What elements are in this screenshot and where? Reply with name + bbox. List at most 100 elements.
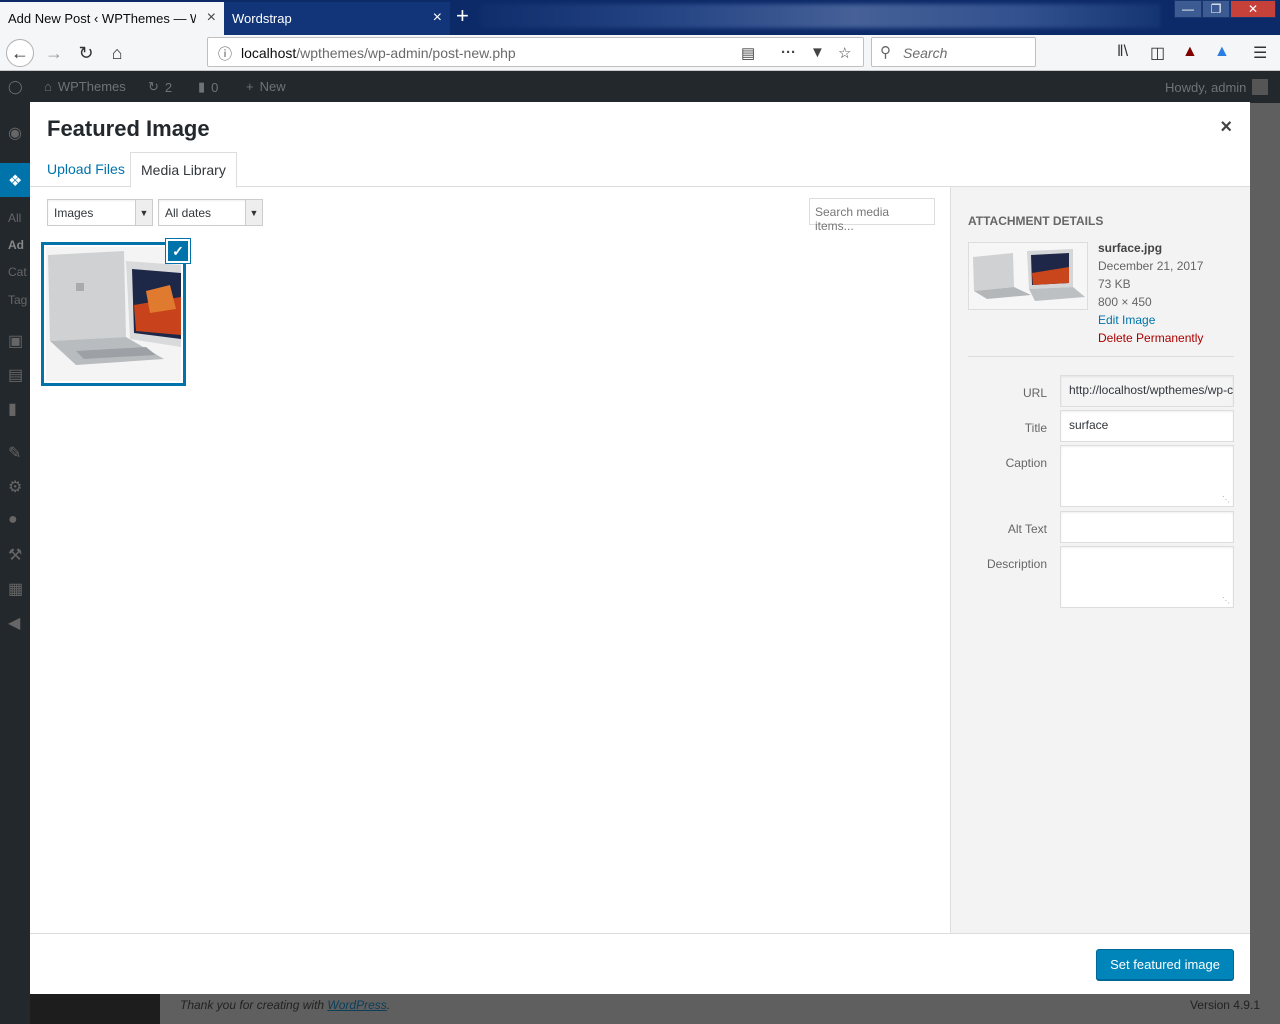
window-minimize-icon[interactable]: — [1174, 0, 1202, 18]
attachment-tile[interactable] [41, 242, 186, 386]
browser-tab-active[interactable]: Add New Post ‹ WPThemes — Wor × [0, 2, 224, 35]
footer-wordpress-link[interactable]: WordPress [327, 998, 386, 1012]
set-featured-image-button[interactable]: Set featured image [1096, 949, 1234, 980]
date-filter-value: All dates [165, 206, 212, 220]
attachment-filename: surface.jpg [1098, 241, 1163, 255]
divider [968, 356, 1234, 357]
dashboard-icon[interactable]: ◉ [8, 123, 22, 143]
media-type-filter[interactable]: Images ▼ [47, 199, 153, 226]
resize-handle-icon[interactable]: ⋱ [1222, 596, 1230, 605]
tab-media-library[interactable]: Media Library [130, 152, 237, 188]
tabbar-background [480, 4, 1160, 28]
menu-item-add[interactable]: Ad [8, 238, 24, 252]
new-label: New [259, 79, 286, 94]
search-placeholder: Search [903, 45, 948, 61]
users-icon[interactable]: ● [8, 511, 18, 529]
url-label: URL [1022, 386, 1047, 400]
reader-view-icon[interactable]: ▤ [741, 44, 755, 62]
pocket-icon[interactable]: ▼ [810, 44, 825, 61]
tab-upload-files[interactable]: Upload Files [37, 152, 135, 188]
footer-thanks: Thank you for creating with WordPress. [180, 998, 390, 1012]
edit-image-link[interactable]: Edit Image [1098, 311, 1203, 329]
menu-item-all[interactable]: All [8, 211, 21, 225]
bookmark-star-icon[interactable]: ☆ [838, 44, 851, 62]
url-text[interactable]: localhost/wpthemes/wp-admin/post-new.php [241, 45, 516, 61]
tab-title: Wordstrap [232, 11, 292, 26]
forward-arrow-icon[interactable]: → [40, 39, 68, 67]
footer-thanks-suffix: . [386, 998, 391, 1012]
footer-version: Version 4.9.1 [1189, 998, 1260, 1012]
alt-text-label: Alt Text [1007, 522, 1047, 536]
media-type-value: Images [54, 206, 94, 220]
settings-icon[interactable]: ▦ [8, 579, 23, 599]
tab-title: Add New Post ‹ WPThemes — Wor [8, 11, 196, 26]
plugins-icon[interactable]: ⚙ [8, 477, 22, 497]
attachment-filesize: 73 KB [1098, 277, 1131, 291]
page-background [1250, 103, 1280, 994]
search-media-input[interactable]: Search media items... [809, 198, 935, 233]
wp-footer: Thank you for creating with WordPress. V… [160, 994, 1280, 1024]
search-icon: ⚲ [880, 44, 891, 61]
menu-icon[interactable]: ☰ [1253, 43, 1267, 63]
howdy-text: Howdy, admin [1165, 79, 1247, 95]
laptop-image [46, 247, 181, 381]
updates-icon: ↻ [148, 79, 159, 94]
ublock-icon[interactable]: ▲ [1182, 43, 1198, 61]
reload-icon[interactable]: ↻ [72, 39, 100, 67]
plus-icon: + [246, 79, 254, 94]
home-icon[interactable]: ⌂ [103, 39, 131, 67]
avatar [1252, 79, 1269, 95]
library-icon[interactable]: ‖\ [1117, 43, 1128, 61]
caption-field[interactable]: ⋱ [1060, 445, 1234, 507]
alt-text-field[interactable] [1060, 511, 1234, 543]
url-bar[interactable]: ⓘ localhost/wpthemes/wp-admin/post-new.p… [207, 37, 864, 67]
browser-nav-bar: ← → ↻ ⌂ ⓘ localhost/wpthemes/wp-admin/po… [0, 35, 1280, 71]
appearance-icon[interactable]: ✎ [8, 443, 21, 463]
date-filter[interactable]: All dates ▼ [158, 199, 263, 226]
comments-link[interactable]: ▮ 0 [198, 79, 218, 95]
sidebar-icon[interactable]: ◫ [1150, 43, 1165, 63]
new-content-link[interactable]: + New [246, 79, 286, 94]
menu-item-categories[interactable]: Cat [8, 265, 27, 279]
chevron-down-icon: ▼ [245, 200, 262, 225]
house-icon: ⌂ [44, 79, 52, 94]
search-bar[interactable]: ⚲ Search [871, 37, 1036, 67]
collapse-icon[interactable]: ◀ [8, 613, 20, 633]
wordpress-logo-icon[interactable]: ◯ [8, 79, 23, 95]
howdy-link[interactable]: Howdy, admin [1165, 79, 1269, 95]
url-host: localhost [241, 45, 297, 61]
laptop-preview-image [969, 243, 1087, 309]
back-arrow-icon[interactable]: ← [6, 39, 34, 67]
site-name-link[interactable]: ⌂ WPThemes [44, 79, 126, 94]
close-icon[interactable]: × [1220, 116, 1232, 139]
comment-icon: ▮ [198, 79, 206, 94]
chevron-down-icon: ▼ [135, 200, 152, 225]
media-toolbar: Set featured image [30, 933, 1250, 994]
description-field[interactable]: ⋱ [1060, 546, 1234, 608]
resize-handle-icon[interactable]: ⋱ [1222, 495, 1230, 504]
window-close-icon[interactable]: ✕ [1230, 0, 1276, 18]
attachment-date: December 21, 2017 [1098, 259, 1204, 273]
window-restore-icon[interactable]: ❐ [1202, 0, 1230, 18]
media-library-content: Images ▼ All dates ▼ Search media items.… [30, 187, 950, 933]
updates-link[interactable]: ↻ 2 [148, 79, 172, 95]
new-tab-icon[interactable]: + [456, 4, 469, 28]
url-field[interactable]: http://localhost/wpthemes/wp-content/upl… [1060, 375, 1234, 407]
media-modal: Featured Image × Upload Files Media Libr… [30, 102, 1250, 994]
delete-permanently-link[interactable]: Delete Permanently [1098, 329, 1203, 347]
close-tab-icon[interactable]: × [207, 10, 216, 26]
title-field[interactable]: surface [1060, 410, 1234, 442]
pin-icon: ❖ [8, 173, 23, 190]
tools-icon[interactable]: ⚒ [8, 545, 22, 565]
comments-icon[interactable]: ▮ [8, 399, 17, 419]
close-tab-icon[interactable]: × [433, 10, 442, 26]
browser-tab[interactable]: Wordstrap × [224, 2, 450, 35]
page-actions-icon[interactable]: ··· [781, 44, 796, 61]
pages-icon[interactable]: ▤ [8, 365, 23, 385]
menu-item-tags[interactable]: Tag [8, 293, 27, 307]
selected-check-icon[interactable]: ✓ [166, 239, 190, 263]
shield-icon[interactable]: ▲ [1214, 43, 1230, 61]
media-router: Upload Files Media Library [30, 151, 1250, 188]
info-icon[interactable]: ⓘ [218, 44, 232, 64]
media-icon[interactable]: ▣ [8, 331, 23, 351]
